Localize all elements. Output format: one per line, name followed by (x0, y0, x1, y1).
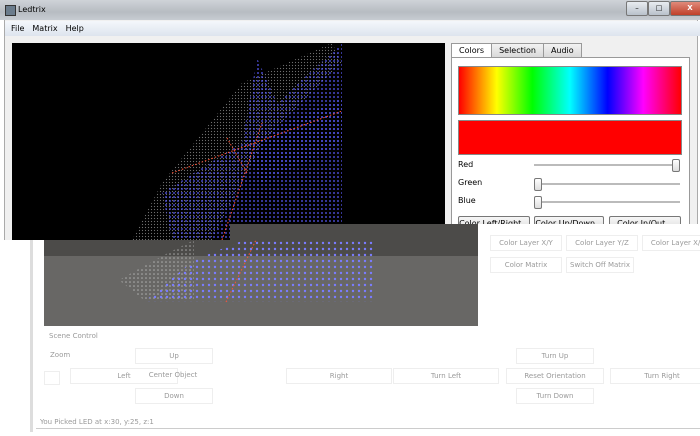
lower-window-region (478, 224, 700, 436)
title-bar (0, 0, 700, 20)
app-icon (5, 5, 16, 16)
menu-help[interactable]: Help (66, 24, 84, 33)
menu-file[interactable]: File (11, 24, 24, 33)
switch-off-matrix-button[interactable]: Switch Off Matrix (566, 257, 634, 273)
down-button[interactable]: Down (135, 388, 213, 404)
led-cube-render-ghost (119, 240, 374, 303)
green-label: Green (458, 178, 483, 187)
turn-left-button[interactable]: Turn Left (393, 368, 499, 384)
tab-selection[interactable]: Selection (491, 43, 544, 58)
matrix-3d-view-ghost (44, 240, 478, 326)
color-matrix-button[interactable]: Color Matrix (490, 257, 562, 273)
tab-audio[interactable]: Audio (542, 43, 582, 58)
minimize-button[interactable]: – (626, 1, 648, 16)
menu-matrix[interactable]: Matrix (32, 24, 57, 33)
scene-control-title: Scene Control (49, 332, 98, 340)
menu-bar: File Matrix Help (5, 21, 700, 36)
up-button[interactable]: Up (135, 348, 213, 364)
slider-thumb[interactable] (672, 159, 680, 172)
blue-slider[interactable] (534, 196, 680, 209)
window-title: Ledtrix (18, 5, 46, 14)
color-layer-xz-button[interactable]: Color Layer X/Z (642, 235, 700, 251)
green-slider[interactable] (534, 178, 680, 191)
zoom-spinbox[interactable] (44, 371, 60, 385)
maximize-button[interactable]: □ (648, 1, 670, 16)
close-button[interactable]: X (670, 1, 700, 16)
matrix-3d-view[interactable] (12, 43, 445, 240)
center-object-button[interactable]: Center Object (135, 368, 211, 382)
window-border (30, 240, 33, 432)
turn-right-button[interactable]: Turn Right (610, 368, 700, 384)
red-slider[interactable] (534, 159, 680, 172)
turn-up-button[interactable]: Turn Up (516, 348, 594, 364)
slider-thumb[interactable] (534, 196, 542, 209)
reset-orientation-button[interactable]: Reset Orientation (506, 368, 604, 384)
render-artifact (230, 224, 478, 240)
window-controls: – □ X (626, 1, 700, 16)
blue-label: Blue (458, 196, 476, 205)
color-spectrum-picker[interactable] (458, 66, 682, 115)
color-layer-xy-button[interactable]: Color Layer X/Y (490, 235, 562, 251)
color-layer-yz-button[interactable]: Color Layer Y/Z (566, 235, 638, 251)
right-button[interactable]: Right (286, 368, 392, 384)
red-label: Red (458, 160, 474, 169)
led-cube-render (132, 43, 343, 240)
current-color-preview (458, 120, 682, 155)
turn-down-button[interactable]: Turn Down (516, 388, 594, 404)
zoom-label: Zoom (50, 351, 71, 359)
slider-thumb[interactable] (534, 178, 542, 191)
status-bar: You Picked LED at x:30, y:25, z:1 (40, 418, 154, 426)
window-bottom-border (36, 428, 700, 429)
